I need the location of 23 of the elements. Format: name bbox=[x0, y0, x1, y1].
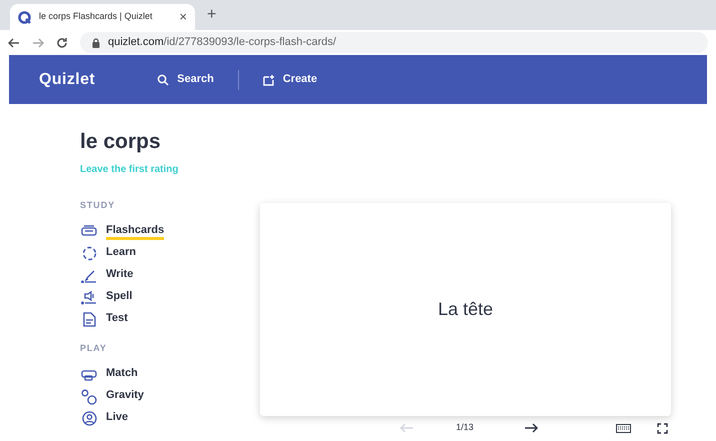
flashcard[interactable]: La tête bbox=[260, 203, 671, 416]
study-mode-link[interactable]: Spell bbox=[106, 288, 132, 306]
card-counter: 1/13 bbox=[456, 421, 474, 434]
study-mode-link[interactable]: Test bbox=[106, 310, 128, 328]
study-mode-link[interactable]: Learn bbox=[106, 244, 136, 262]
study-mode-link[interactable]: Write bbox=[106, 266, 134, 284]
study-mode-link[interactable]: Flashcards bbox=[106, 222, 164, 240]
url-text: quizlet.com/id/277839093/le-corps-flash-cards/ bbox=[108, 35, 336, 50]
study-mode-link[interactable]: Gravity bbox=[106, 388, 144, 405]
study-mode-link[interactable]: Match bbox=[106, 366, 138, 383]
nav-link[interactable]: Create bbox=[250, 71, 330, 88]
study-mode-link[interactable]: Live bbox=[106, 410, 128, 427]
nav-link[interactable]: Search bbox=[145, 71, 226, 88]
new-tab-button[interactable]: + bbox=[207, 3, 216, 27]
card-term: La tête bbox=[438, 298, 494, 321]
quizlet-logo[interactable]: Quizlet bbox=[39, 68, 96, 92]
section-heading: PLAY bbox=[80, 342, 108, 355]
section-heading: STUDY bbox=[80, 198, 116, 212]
set-title: le corps bbox=[80, 129, 162, 155]
tab-title: le corps Flashcards | Quizlet bbox=[39, 10, 154, 24]
close-tab-button[interactable]: × bbox=[179, 7, 187, 27]
browser-tab[interactable]: le corps Flashcards | Quizlet × bbox=[10, 4, 195, 30]
address-bar[interactable]: quizlet.com/id/277839093/le-corps-flash-cards/ bbox=[80, 32, 708, 53]
